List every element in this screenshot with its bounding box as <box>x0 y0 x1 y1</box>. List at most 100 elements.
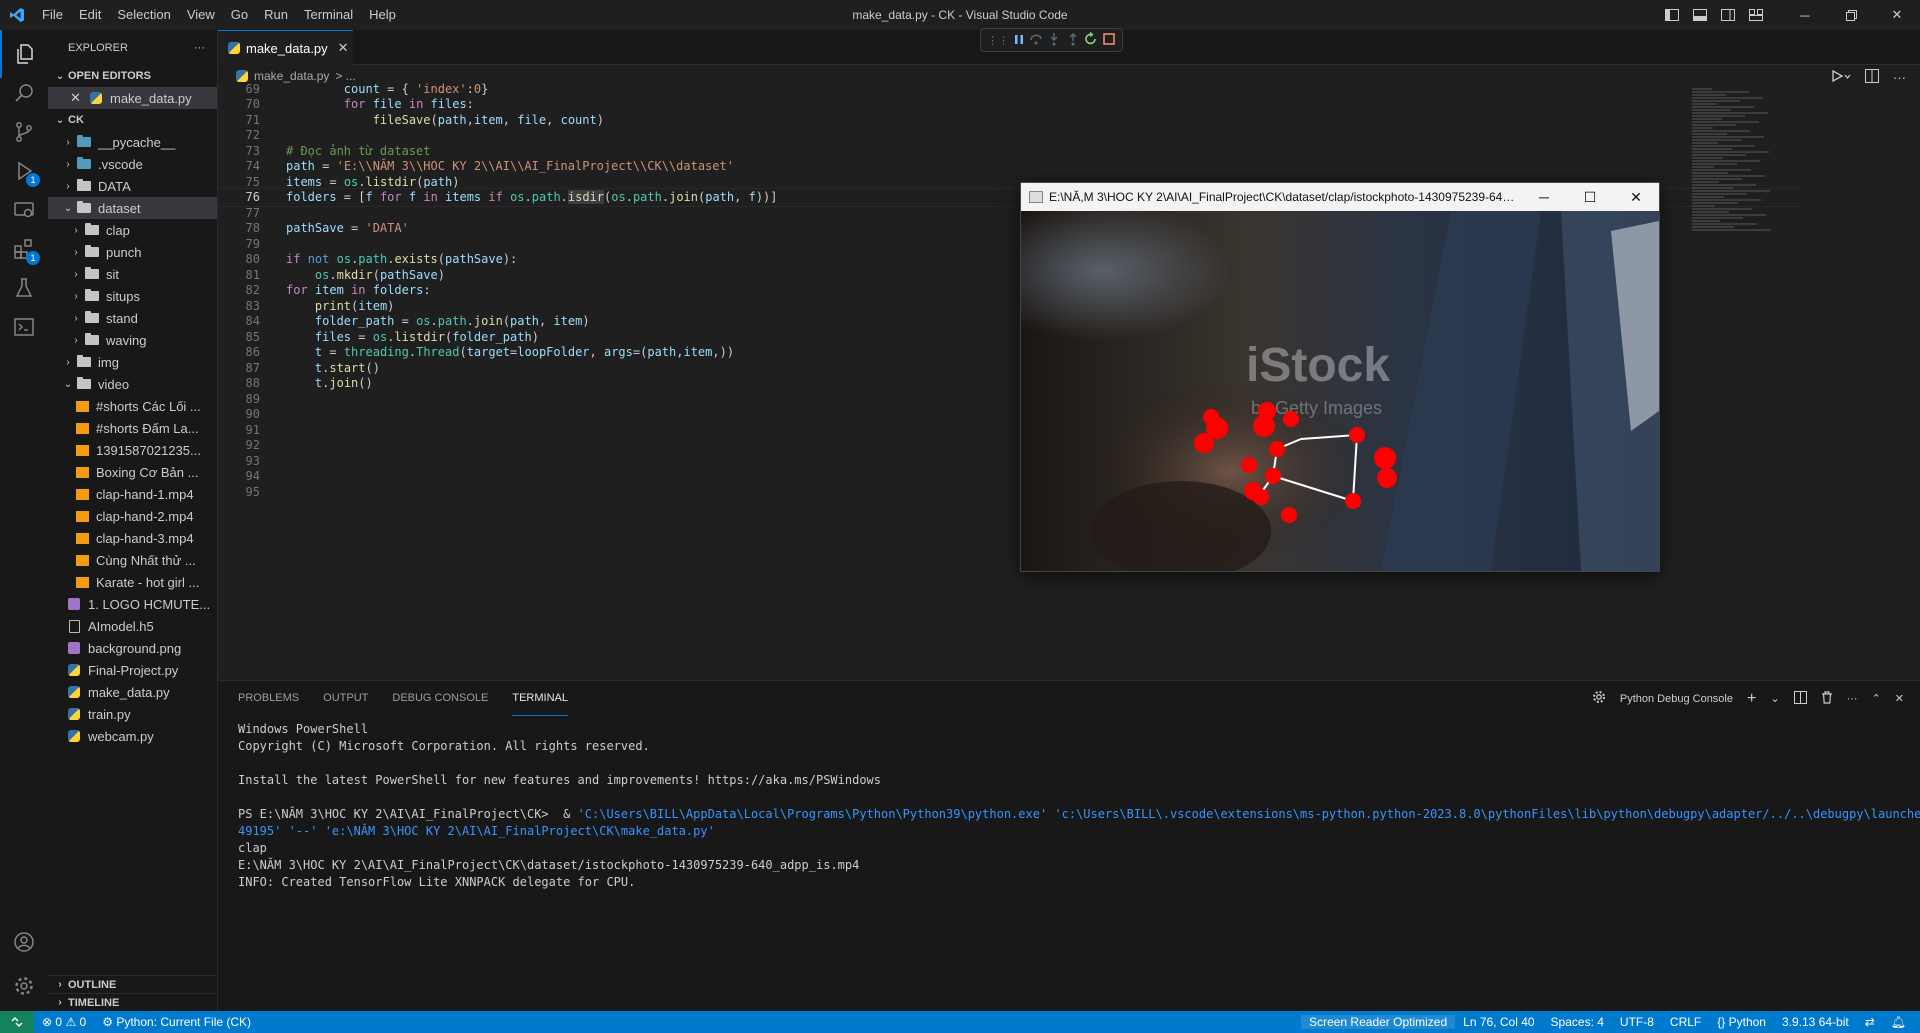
tree-item[interactable]: background.png <box>48 637 217 659</box>
tree-item[interactable]: ⌄ dataset <box>48 197 217 219</box>
restart-icon[interactable] <box>1084 31 1098 49</box>
terminal-line: PS E:\NĂM 3\HOC KY 2\AI\AI_FinalProject\… <box>238 806 1920 823</box>
tree-item[interactable]: clap-hand-2.mp4 <box>48 505 217 527</box>
step-out-icon[interactable] <box>1066 32 1080 49</box>
tree-item[interactable]: Cùng Nhất thử ... <box>48 549 217 571</box>
minimize-button[interactable]: ─ <box>1521 183 1567 211</box>
image-preview-window[interactable]: E:\NĂ,M 3\HOC KY 2\AI\AI_FinalProject\CK… <box>1020 182 1660 572</box>
tree-item[interactable]: clap-hand-1.mp4 <box>48 483 217 505</box>
minimize-window-button[interactable]: ─ <box>1782 0 1828 30</box>
split-terminal-icon[interactable] <box>1793 690 1807 707</box>
tree-item[interactable]: › punch <box>48 241 217 263</box>
settings-gear-icon[interactable] <box>0 962 48 1010</box>
python-interpreter[interactable]: 3.9.13 64-bit <box>1774 1015 1857 1029</box>
accounts-icon[interactable] <box>0 918 48 966</box>
language-mode[interactable]: {} Python <box>1709 1015 1774 1029</box>
run-python-file-icon[interactable] <box>1831 69 1851 86</box>
run-configuration[interactable]: ⚙ Python: Current File (CK) <box>94 1015 259 1029</box>
menu-run[interactable]: Run <box>256 0 296 30</box>
customize-layout-icon[interactable] <box>1742 0 1770 30</box>
toggle-secondary-sidebar-icon[interactable] <box>1714 0 1742 30</box>
close-button[interactable]: ✕ <box>1613 183 1659 211</box>
code-text: folder_path = os.path.join(path, item) <box>314 314 590 328</box>
tree-item[interactable]: › waving <box>48 329 217 351</box>
tab-terminal[interactable]: TERMINAL <box>512 681 568 716</box>
problems-indicator[interactable]: ⊗ 0 ⚠ 0 <box>34 1015 94 1029</box>
close-icon[interactable]: ✕ <box>70 90 84 106</box>
tree-item[interactable]: › DATA <box>48 175 217 197</box>
menu-go[interactable]: Go <box>223 0 256 30</box>
tree-item[interactable]: train.py <box>48 703 217 725</box>
menu-file[interactable]: File <box>34 0 71 30</box>
minimap[interactable] <box>1692 87 1802 247</box>
restore-window-button[interactable] <box>1828 0 1874 30</box>
cursor-position[interactable]: Ln 76, Col 40 <box>1455 1015 1542 1029</box>
tree-item[interactable]: webcam.py <box>48 725 217 747</box>
tree-item[interactable]: ⌄ video <box>48 373 217 395</box>
screen-reader-mode[interactable]: Screen Reader Optimized <box>1301 1015 1456 1029</box>
open-editor-item[interactable]: ✕ make_data.py <box>48 87 217 109</box>
tab-problems[interactable]: PROBLEMS <box>238 681 299 716</box>
image-window-titlebar[interactable]: E:\NĂ,M 3\HOC KY 2\AI\AI_FinalProject\CK… <box>1021 183 1659 211</box>
tree-item[interactable]: clap-hand-3.mp4 <box>48 527 217 549</box>
tree-item[interactable]: #shorts Các Lối ... <box>48 395 217 417</box>
more-actions-icon[interactable]: ··· <box>1893 70 1906 85</box>
tree-item[interactable]: Final-Project.py <box>48 659 217 681</box>
step-over-icon[interactable] <box>1029 32 1043 49</box>
tree-item[interactable]: Karate - hot girl ... <box>48 571 217 593</box>
close-window-button[interactable]: ✕ <box>1874 0 1920 30</box>
tree-item[interactable]: › stand <box>48 307 217 329</box>
menu-edit[interactable]: Edit <box>71 0 109 30</box>
tree-item[interactable]: 1. LOGO HCMUTE... <box>48 593 217 615</box>
tree-item[interactable]: AImodel.h5 <box>48 615 217 637</box>
close-tab-icon[interactable]: ✕ <box>338 40 349 56</box>
tree-item[interactable]: Boxing Cơ Bản ... <box>48 461 217 483</box>
toggle-panel-icon[interactable] <box>1686 0 1714 30</box>
trash-icon[interactable] <box>1821 690 1833 707</box>
more-actions-icon[interactable]: ··· <box>194 42 205 54</box>
drag-handle-icon[interactable]: ⋮⋮ <box>987 34 1009 47</box>
indentation[interactable]: Spaces: 4 <box>1543 1015 1612 1029</box>
timeline-section[interactable]: › TIMELINE <box>48 993 217 1011</box>
workspace-root[interactable]: ⌄ CK <box>48 109 217 131</box>
tree-item[interactable]: › sit <box>48 263 217 285</box>
new-terminal-icon[interactable]: + <box>1747 690 1756 708</box>
live-share-icon[interactable]: ⇄ <box>1857 1015 1883 1029</box>
terminal-view-icon[interactable] <box>0 303 48 351</box>
tree-item[interactable]: › clap <box>48 219 217 241</box>
close-panel-icon[interactable]: ✕ <box>1895 692 1904 705</box>
more-actions-icon[interactable]: ··· <box>1847 693 1858 705</box>
menu-selection[interactable]: Selection <box>109 0 178 30</box>
maximize-button[interactable]: ☐ <box>1567 183 1613 211</box>
tree-item[interactable]: #shorts Đấm La... <box>48 417 217 439</box>
step-into-icon[interactable] <box>1047 32 1061 49</box>
terminal-output[interactable]: Windows PowerShell Copyright (C) Microsof… <box>218 716 1920 896</box>
tree-item[interactable]: 1391587021235... <box>48 439 217 461</box>
debug-console-gear-icon[interactable] <box>1592 690 1606 707</box>
open-editors-section[interactable]: ⌄ OPEN EDITORS <box>48 65 217 87</box>
stop-icon[interactable] <box>1102 32 1116 49</box>
terminal-selector[interactable]: Python Debug Console <box>1620 693 1733 705</box>
tree-item[interactable]: › situps <box>48 285 217 307</box>
menu-terminal[interactable]: Terminal <box>296 0 361 30</box>
tree-item[interactable]: make_data.py <box>48 681 217 703</box>
pause-icon[interactable] <box>1013 33 1025 48</box>
notifications-bell-icon[interactable]: 🔔︎ <box>1883 1015 1914 1029</box>
outline-section[interactable]: › OUTLINE <box>48 975 217 993</box>
tab-output[interactable]: OUTPUT <box>323 681 368 716</box>
image-file-icon <box>66 640 82 656</box>
tab-make-data-py[interactable]: make_data.py ✕ <box>218 30 353 65</box>
tab-debug-console[interactable]: DEBUG CONSOLE <box>392 681 488 716</box>
end-of-line[interactable]: CRLF <box>1662 1015 1709 1029</box>
split-editor-icon[interactable] <box>1865 69 1879 86</box>
tree-item[interactable]: › img <box>48 351 217 373</box>
toggle-primary-sidebar-icon[interactable] <box>1658 0 1686 30</box>
tree-item[interactable]: › .vscode <box>48 153 217 175</box>
maximize-panel-icon[interactable]: ⌃ <box>1872 692 1881 705</box>
menu-view[interactable]: View <box>179 0 223 30</box>
encoding[interactable]: UTF-8 <box>1612 1015 1662 1029</box>
menu-help[interactable]: Help <box>361 0 404 30</box>
remote-indicator-icon[interactable] <box>0 1011 34 1033</box>
chevron-down-icon[interactable]: ⌄ <box>1770 692 1779 705</box>
tree-item[interactable]: › __pycache__ <box>48 131 217 153</box>
